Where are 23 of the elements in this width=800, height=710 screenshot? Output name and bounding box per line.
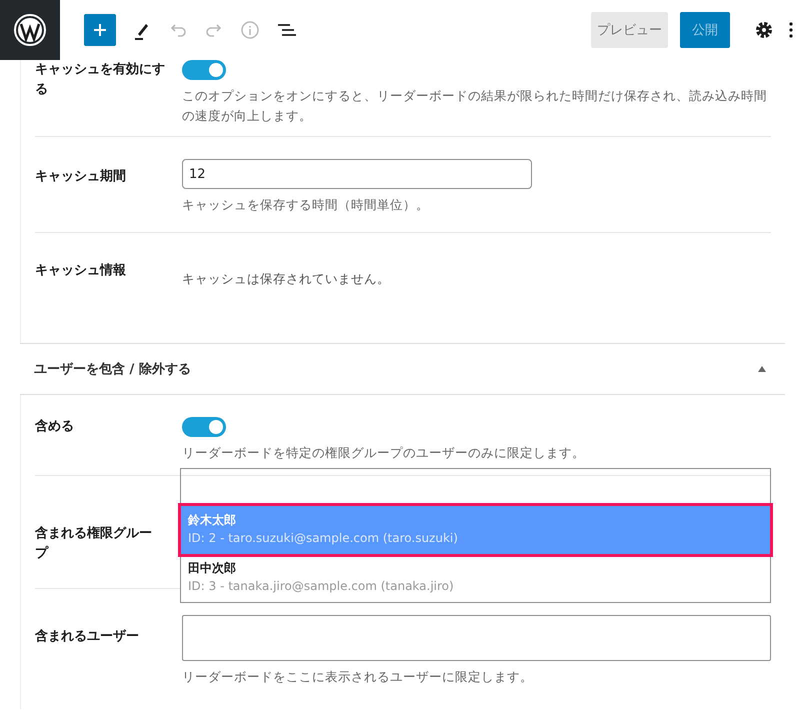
settings-icon[interactable] <box>754 20 774 40</box>
setting-label: キャッシュを有効にする <box>35 61 166 99</box>
dropdown-option[interactable]: 田中次郎 ID: 3 - tanaka.jiro@sample.com (tanaka.jiro) <box>181 554 770 602</box>
toggle-switch[interactable] <box>182 417 226 437</box>
setting-label: 含める <box>35 418 75 436</box>
collapse-triangle-icon[interactable] <box>757 365 767 373</box>
setting-label: 含まれる権限グループ <box>35 525 153 563</box>
setting-label: キャッシュ期間 <box>35 168 127 186</box>
section-header[interactable]: ユーザーを包含 / 除外する <box>20 343 785 395</box>
help-text: リーダーボードを特定の権限グループのユーザーのみに限定します。 <box>182 444 586 462</box>
add-block-icon[interactable] <box>84 14 116 46</box>
preview-button[interactable]: プレビュー <box>591 12 668 48</box>
setting-label: 含まれるユーザー <box>35 628 140 646</box>
help-text: キャッシュを保存する時間（時間単位）。 <box>182 196 430 214</box>
cache-status-text: キャッシュは保存されていません。 <box>182 270 391 288</box>
input-field[interactable] <box>182 615 771 661</box>
more-options-icon[interactable] <box>788 21 794 39</box>
help-text: このオプションをオンにすると、リーダーボードの結果が限られた時間だけ保存され、読み込み時間の速度が向上します。 <box>182 87 768 125</box>
setting-label: キャッシュ情報 <box>35 262 127 280</box>
input-field[interactable]: 12 <box>182 159 532 189</box>
toggle-switch[interactable] <box>182 60 226 80</box>
help-text: リーダーボードをここに表示されるユーザーに限定します。 <box>182 668 534 686</box>
wordpress-logo-icon[interactable] <box>0 0 60 60</box>
